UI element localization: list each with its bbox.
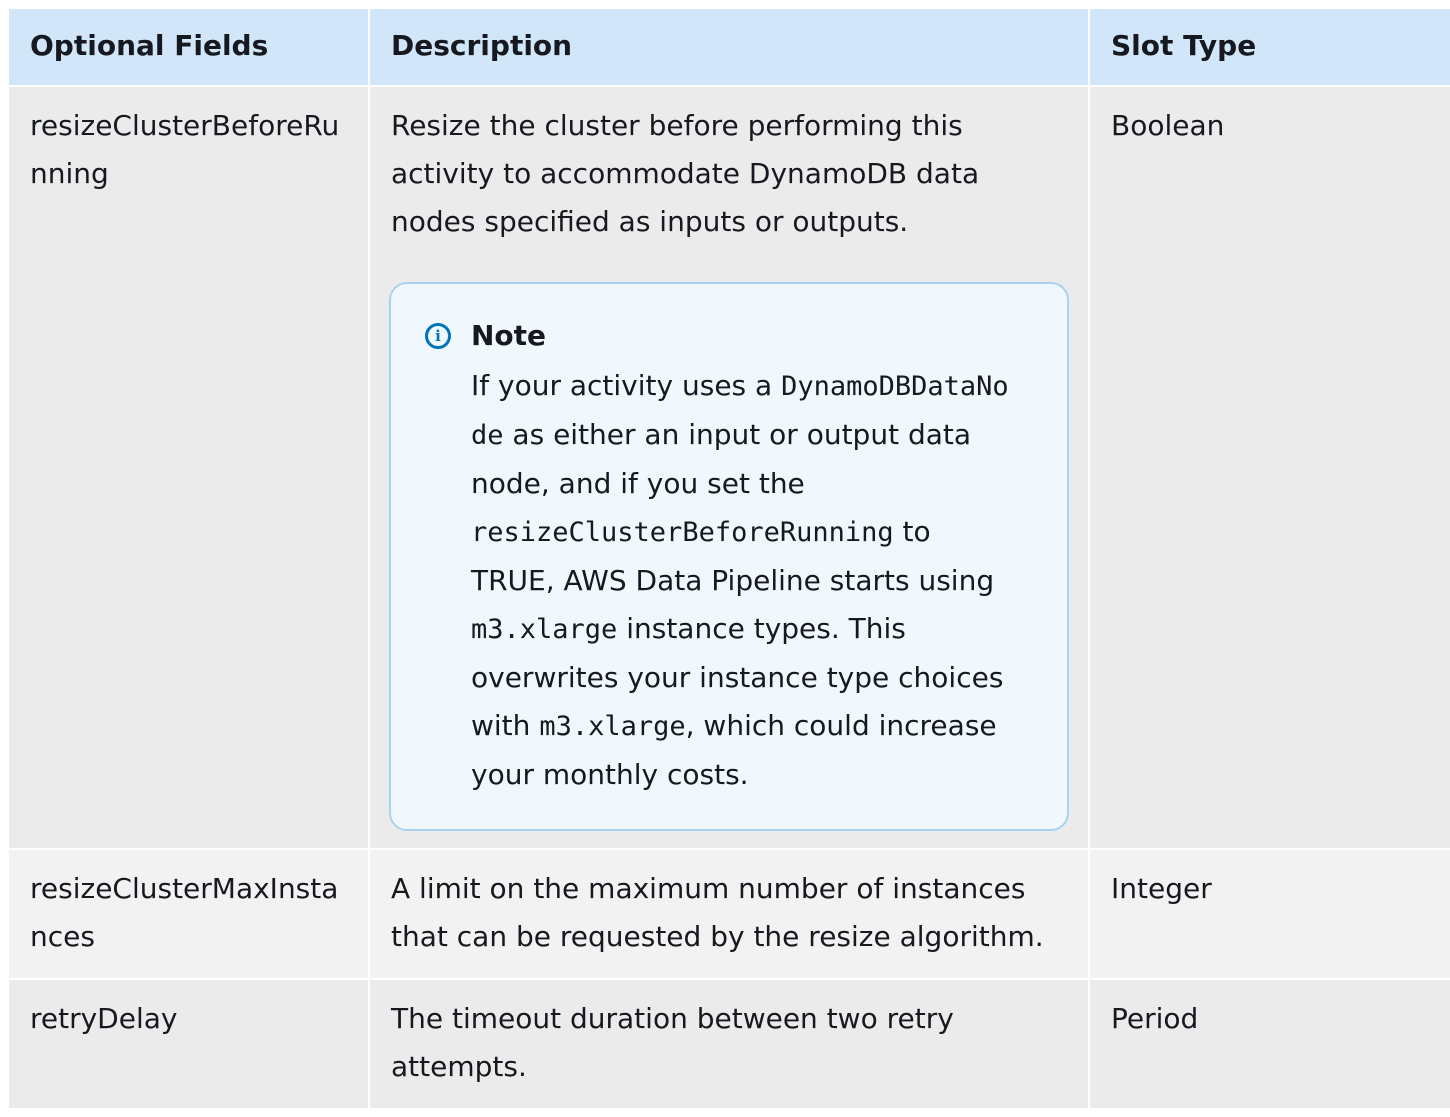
description-cell: A limit on the maximum number of instanc… — [369, 848, 1090, 979]
field-name-cell: resizeClusterMaxInstances — [9, 848, 370, 979]
slot-type-cell: Boolean — [1089, 85, 1450, 849]
value-true: TRUE — [471, 564, 546, 597]
optional-fields-table: Optional Fields Description Slot Type re… — [9, 9, 1450, 1108]
field-name-cell: retryDelay — [9, 978, 370, 1108]
header-description: Description — [369, 9, 1090, 86]
description-cell: Resize the cluster before performing thi… — [369, 85, 1090, 849]
slot-type-cell: Period — [1089, 978, 1450, 1108]
header-optional-fields: Optional Fields — [9, 9, 370, 86]
table-header-row: Optional Fields Description Slot Type — [9, 9, 1450, 86]
info-icon: i — [425, 323, 451, 349]
code-resize-cluster-before-running: resizeClusterBeforeRunning — [471, 517, 894, 548]
note-text: as either an input or output data node, … — [471, 418, 972, 500]
header-slot-type: Slot Type — [1089, 9, 1450, 86]
note-text: to — [893, 515, 931, 548]
note-callout: i Note If your activity uses a DynamoDBD… — [389, 282, 1069, 831]
description-cell: The timeout duration between two retry a… — [369, 978, 1090, 1108]
note-title: Note — [471, 319, 547, 352]
note-text: , AWS Data Pipeline starts using — [545, 564, 995, 597]
table-row: retryDelay The timeout duration between … — [9, 978, 1450, 1108]
note-text: If your activity uses a — [471, 369, 782, 402]
note-header: i Note — [425, 312, 1037, 360]
slot-type-cell: Integer — [1089, 848, 1450, 979]
note-body: If your activity uses a DynamoDBDataNode… — [471, 362, 1011, 799]
fields-table-container: Optional Fields Description Slot Type re… — [9, 9, 1450, 1108]
table-row: resizeClusterBeforeRunning Resize the cl… — [9, 85, 1450, 849]
description-text: Resize the cluster before performing thi… — [391, 109, 980, 238]
field-name-cell: resizeClusterBeforeRunning — [9, 85, 370, 849]
code-m3-xlarge: m3.xlarge — [471, 614, 618, 645]
table-row: resizeClusterMaxInstances A limit on the… — [9, 848, 1450, 979]
code-m3-xlarge: m3.xlarge — [539, 711, 686, 742]
